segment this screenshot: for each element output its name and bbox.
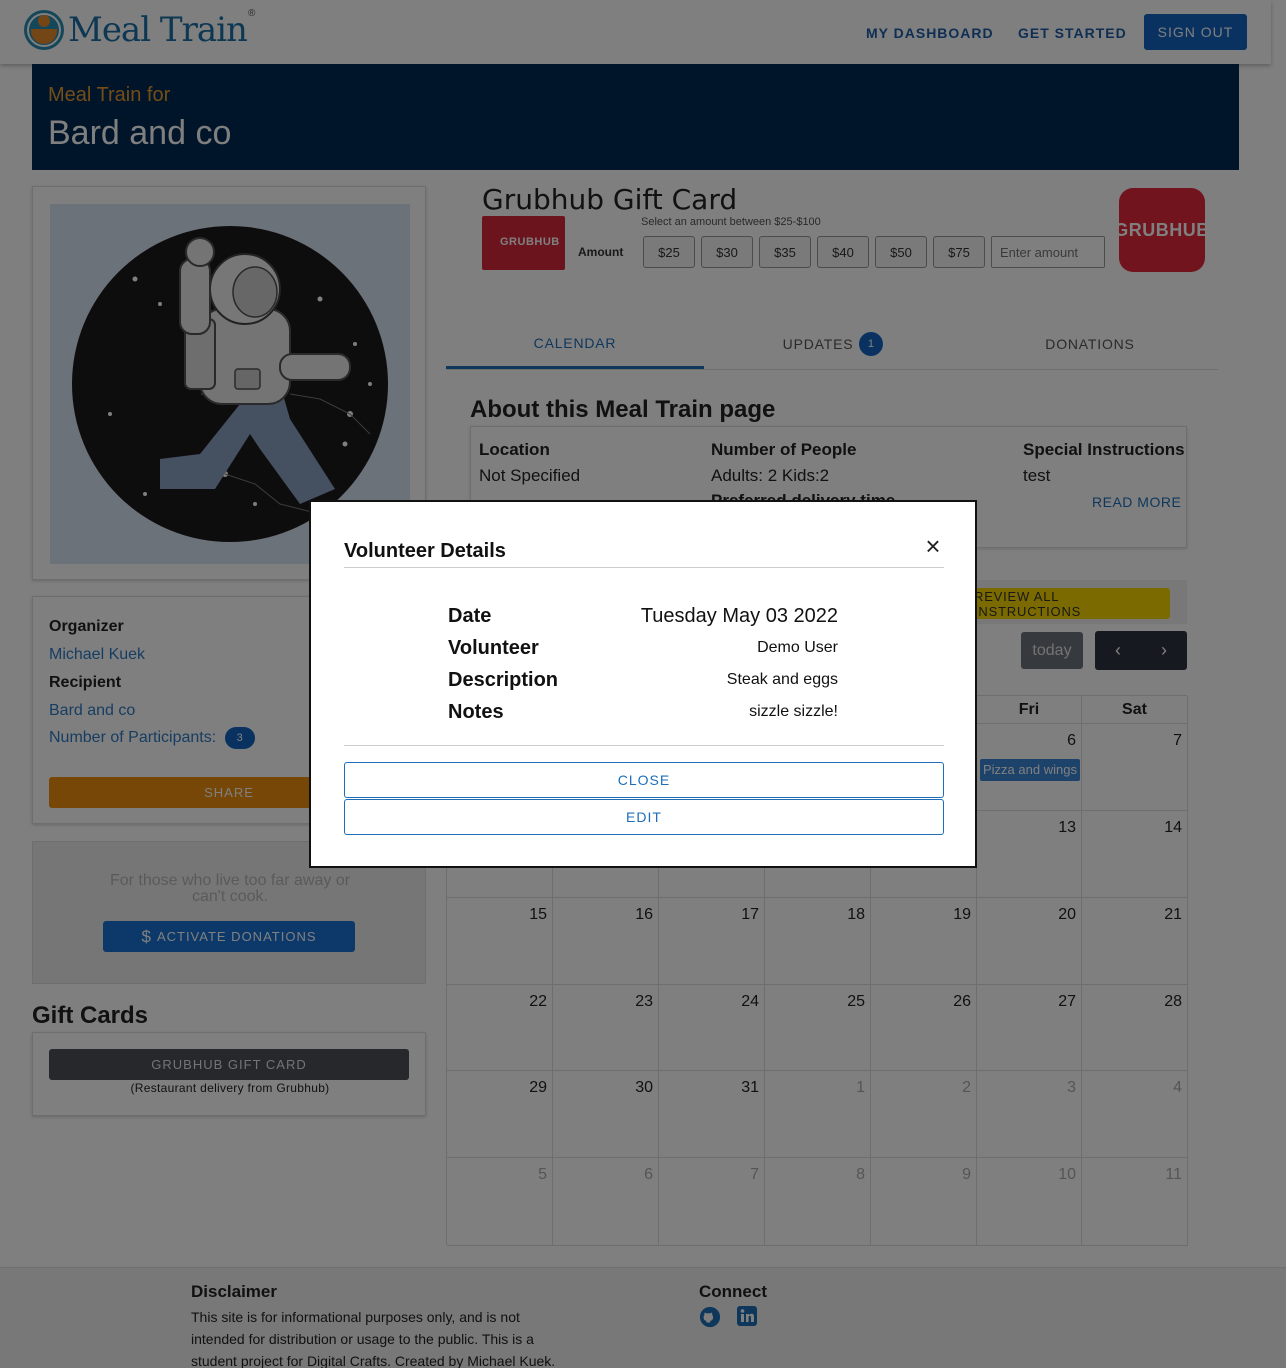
notes-label: Notes — [448, 701, 504, 723]
volunteer-value: Demo User — [757, 639, 838, 656]
description-label: Description — [448, 669, 559, 691]
notes-value: sizzle sizzle! — [749, 703, 838, 720]
modal-divider-top — [344, 567, 944, 568]
description-value: Steak and eggs — [726, 671, 838, 688]
modal-title: Volunteer Details — [344, 540, 506, 562]
date-value: Tuesday May 03 2022 — [640, 605, 838, 627]
modal-divider-bottom — [344, 745, 944, 746]
date-label: Date — [448, 605, 492, 627]
close-button[interactable]: CLOSE — [344, 762, 944, 798]
edit-button[interactable]: EDIT — [344, 799, 944, 835]
volunteer-label: Volunteer — [448, 637, 539, 659]
volunteer-details-modal: Volunteer Details × Date Tuesday May 03 … — [309, 500, 977, 868]
close-icon[interactable]: × — [921, 533, 945, 559]
